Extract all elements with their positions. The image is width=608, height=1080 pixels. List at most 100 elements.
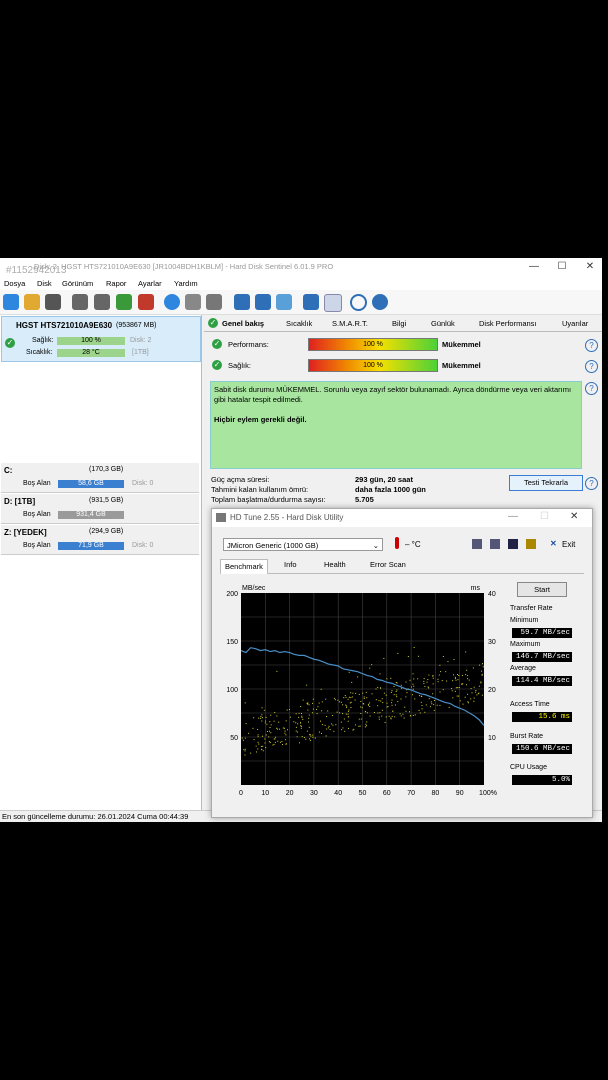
help-icon[interactable]: ? xyxy=(585,382,598,395)
network-icon[interactable] xyxy=(276,294,292,310)
tab-smart[interactable]: S.M.A.R.T. xyxy=(332,317,368,330)
access-point xyxy=(325,735,327,737)
access-point xyxy=(301,715,303,717)
x-tick-label: 30 xyxy=(310,790,318,797)
help-icon[interactable]: ? xyxy=(585,339,598,352)
access-point xyxy=(464,696,466,698)
tab-benchmark[interactable]: Benchmark xyxy=(220,559,268,574)
min-label: Minimum xyxy=(510,617,539,624)
tab-gunluk[interactable]: Günlük xyxy=(431,317,455,330)
access-point xyxy=(380,687,382,689)
help-icon[interactable]: ? xyxy=(585,360,598,373)
drive-a-icon[interactable] xyxy=(72,294,88,310)
health-rating: Mükemmel xyxy=(442,361,481,370)
check-icon: ✓ xyxy=(212,360,222,370)
maximize-button[interactable]: ☐ xyxy=(548,260,576,274)
access-point xyxy=(316,708,318,710)
access-point xyxy=(478,685,480,687)
settings-icon[interactable] xyxy=(303,294,319,310)
hdtune-maximize-button[interactable]: ☐ xyxy=(540,511,549,522)
access-point xyxy=(454,690,456,692)
access-point xyxy=(268,741,270,743)
tab-genel-bakis[interactable]: Genel bakış xyxy=(222,317,264,330)
disk-entry[interactable]: HGST HTS721010A9E630 (953867 MB) ✓ Sağlı… xyxy=(1,316,201,362)
repeat-test-button[interactable]: Testi Tekrarla xyxy=(509,475,583,491)
burst-label: Burst Rate xyxy=(510,733,544,740)
volume-z[interactable]: Z: [YEDEK] (294,9 GB) Boş Alan 71,9 GB D… xyxy=(1,525,199,555)
volume-c[interactable]: C: (170,3 GB) Boş Alan 58,6 GB Disk: 0 xyxy=(1,463,199,493)
tools-icon[interactable] xyxy=(185,294,201,310)
access-point xyxy=(327,710,329,712)
volume-d[interactable]: D: [1TB] (931,5 GB) Boş Alan 931,4 GB xyxy=(1,494,199,524)
access-point xyxy=(312,736,314,738)
y-right-tick-label: 30 xyxy=(488,639,496,646)
copy-all-icon[interactable] xyxy=(490,539,500,549)
access-point xyxy=(257,728,259,730)
power-on-value: 293 gün, 20 saat xyxy=(355,475,413,484)
exit-button[interactable]: Exit xyxy=(562,540,575,549)
menu-rapor[interactable]: Rapor xyxy=(106,279,126,288)
access-point xyxy=(281,740,283,742)
access-point xyxy=(276,727,278,729)
drive-select[interactable]: JMicron Generic (1000 GB) ⌄ xyxy=(223,538,383,551)
tab-disk-performansi[interactable]: Disk Performansı xyxy=(479,317,537,330)
access-point xyxy=(450,688,452,690)
help-icon[interactable]: ? xyxy=(585,477,598,490)
free-bar-track: 58,6 GB xyxy=(58,480,124,488)
tab-sicaklik[interactable]: Sıcaklık xyxy=(286,317,312,330)
access-point xyxy=(348,709,350,711)
power-on-label: Güç açma süresi: xyxy=(211,475,270,484)
options-icon[interactable] xyxy=(526,539,536,549)
mail-icon[interactable] xyxy=(255,294,271,310)
access-point xyxy=(351,681,353,683)
help-icon[interactable] xyxy=(350,294,367,311)
free-bar: 931,4 GB xyxy=(58,511,124,519)
copy-icon[interactable] xyxy=(472,539,482,549)
stats-panel: Transfer Rate Minimum 59.7 MB/sec Maximu… xyxy=(502,603,584,803)
hdtune-app-icon xyxy=(216,513,226,522)
refresh-icon[interactable] xyxy=(3,294,19,310)
alert-off-icon[interactable] xyxy=(324,294,342,312)
drive-c-icon[interactable] xyxy=(116,294,132,310)
refresh-all-icon[interactable] xyxy=(24,294,40,310)
tab-bilgi[interactable]: Bilgi xyxy=(392,317,406,330)
menu-disk[interactable]: Disk xyxy=(37,279,52,288)
menu-yardim[interactable]: Yardım xyxy=(174,279,198,288)
access-point xyxy=(457,674,459,676)
access-point xyxy=(409,715,411,717)
access-point xyxy=(342,704,344,706)
report-icon[interactable] xyxy=(234,294,250,310)
access-point xyxy=(278,721,280,723)
start-button[interactable]: Start xyxy=(517,582,567,597)
close-button[interactable]: ✕ xyxy=(576,260,602,274)
tab-health[interactable]: Health xyxy=(324,560,346,569)
minimize-button[interactable]: — xyxy=(520,260,548,274)
access-point xyxy=(373,712,375,714)
save-icon[interactable] xyxy=(508,539,518,549)
print-icon[interactable] xyxy=(206,294,222,310)
list-icon[interactable] xyxy=(45,294,61,310)
access-point xyxy=(375,688,377,690)
info-icon[interactable] xyxy=(372,294,388,310)
access-point xyxy=(265,734,267,736)
access-point xyxy=(331,723,333,725)
tab-uyarilar[interactable]: Uyarılar xyxy=(562,317,588,330)
hdtune-close-button[interactable]: ✕ xyxy=(570,511,578,522)
tab-info[interactable]: Info xyxy=(284,560,297,569)
hdtune-minimize-button[interactable]: — xyxy=(508,511,518,522)
menu-gorunum[interactable]: Görünüm xyxy=(62,279,93,288)
access-point xyxy=(396,689,398,691)
y-right-tick-label: 10 xyxy=(488,735,496,742)
tab-error-scan[interactable]: Error Scan xyxy=(370,560,406,569)
access-point xyxy=(268,736,270,738)
access-point xyxy=(383,692,385,694)
access-point xyxy=(377,712,379,714)
menu-ayarlar[interactable]: Ayarlar xyxy=(138,279,162,288)
access-point xyxy=(455,687,457,689)
drive-d-icon[interactable] xyxy=(138,294,154,310)
disk-health-label: Sağlık: xyxy=(32,337,54,344)
globe-icon[interactable] xyxy=(164,294,180,310)
drive-b-icon[interactable] xyxy=(94,294,110,310)
access-point xyxy=(285,734,287,736)
menu-dosya[interactable]: Dosya xyxy=(4,279,25,288)
